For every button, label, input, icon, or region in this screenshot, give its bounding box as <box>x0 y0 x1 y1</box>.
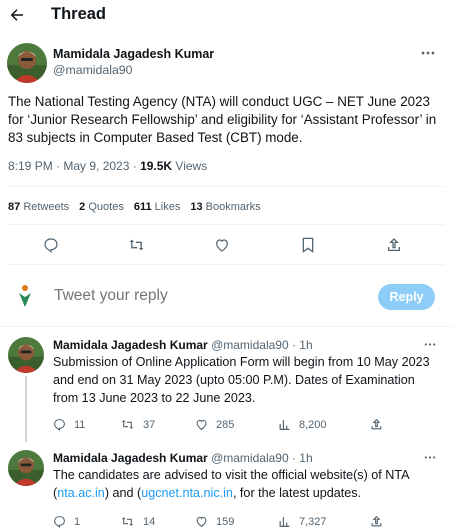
reply-header: Mamidala Jagadesh Kumar @mamidala90 · 1h <box>53 451 313 465</box>
tweet-timestamp: 8:19 PM · May 9, 2023 · 19.5K Views <box>8 159 207 173</box>
like-icon <box>195 418 208 431</box>
reply-avatar[interactable] <box>8 337 44 373</box>
bookmark-icon[interactable] <box>301 237 315 253</box>
author-avatar[interactable] <box>7 43 47 83</box>
ugcnet-link[interactable]: ugcnet.nta.nic.in <box>141 486 233 500</box>
more-icon[interactable] <box>421 50 435 56</box>
bookmarks-stat[interactable]: 13 Bookmarks <box>190 201 260 213</box>
like-icon[interactable] <box>214 237 230 253</box>
retweets-stat[interactable]: 87 Retweets <box>8 201 69 213</box>
views-count: 19.5K <box>140 159 173 173</box>
brand-logo-icon <box>16 284 34 308</box>
share-icon[interactable] <box>370 515 383 528</box>
reply-author[interactable]: Mamidala Jagadesh Kumar <box>53 338 208 352</box>
reply-header: Mamidala Jagadesh Kumar @mamidala90 · 1h <box>53 338 313 352</box>
reply-stat-replies[interactable]: 1 <box>53 515 80 528</box>
views-icon <box>278 418 291 431</box>
reply-button[interactable]: Reply <box>378 284 435 310</box>
more-icon[interactable] <box>424 455 436 460</box>
author-name[interactable]: Mamidala Jagadesh Kumar <box>53 47 214 61</box>
reply-text: The candidates are advised to visit the … <box>53 468 409 500</box>
thread-line <box>25 376 27 442</box>
retweet-icon[interactable] <box>128 237 145 253</box>
reply-stat-likes[interactable]: 159 <box>195 515 234 528</box>
quotes-stat[interactable]: 2 Quotes <box>79 201 124 213</box>
share-icon[interactable] <box>386 237 402 253</box>
divider <box>8 224 444 225</box>
divider <box>8 186 444 187</box>
reply-stat-views[interactable]: 7,327 <box>278 515 327 528</box>
likes-stat[interactable]: 611 Likes <box>134 201 181 213</box>
reply-meta[interactable]: @mamidala90 · 1h <box>211 451 313 465</box>
views-icon <box>278 515 291 528</box>
reply-stat-retweets[interactable]: 14 <box>120 515 155 528</box>
reply-input[interactable] <box>54 285 354 307</box>
views-label: Views <box>172 159 208 173</box>
retweet-icon <box>120 418 135 431</box>
page-title: Thread <box>51 5 107 23</box>
divider <box>8 264 444 265</box>
engagement-stats: 87 Retweets 2 Quotes 611 Likes 13 Bookma… <box>8 201 261 213</box>
divider <box>0 326 452 327</box>
like-icon <box>195 515 208 528</box>
reply-stat-views[interactable]: 8,200 <box>278 418 327 431</box>
author-handle[interactable]: @mamidala90 <box>53 63 132 77</box>
reply-stat-retweets[interactable]: 37 <box>120 418 155 431</box>
reply-text: Submission of Online Application Form wi… <box>53 355 430 405</box>
more-icon[interactable] <box>424 342 436 347</box>
share-icon[interactable] <box>370 418 383 431</box>
tweet-time[interactable]: 8:19 PM · May 9, 2023 · <box>8 159 140 173</box>
back-arrow-icon[interactable] <box>8 6 26 24</box>
reply-icon <box>53 515 66 528</box>
reply-icon[interactable] <box>43 237 59 253</box>
reply-stat-likes[interactable]: 285 <box>195 418 234 431</box>
retweet-icon <box>120 515 135 528</box>
nta-link[interactable]: nta.ac.in <box>57 486 105 500</box>
reply-meta[interactable]: @mamidala90 · 1h <box>211 338 313 352</box>
reply-avatar[interactable] <box>8 450 44 486</box>
reply-icon <box>53 418 66 431</box>
tweet-text: The National Testing Agency (NTA) will c… <box>8 94 437 145</box>
reply-stat-replies[interactable]: 11 <box>53 418 85 431</box>
reply-author[interactable]: Mamidala Jagadesh Kumar <box>53 451 208 465</box>
